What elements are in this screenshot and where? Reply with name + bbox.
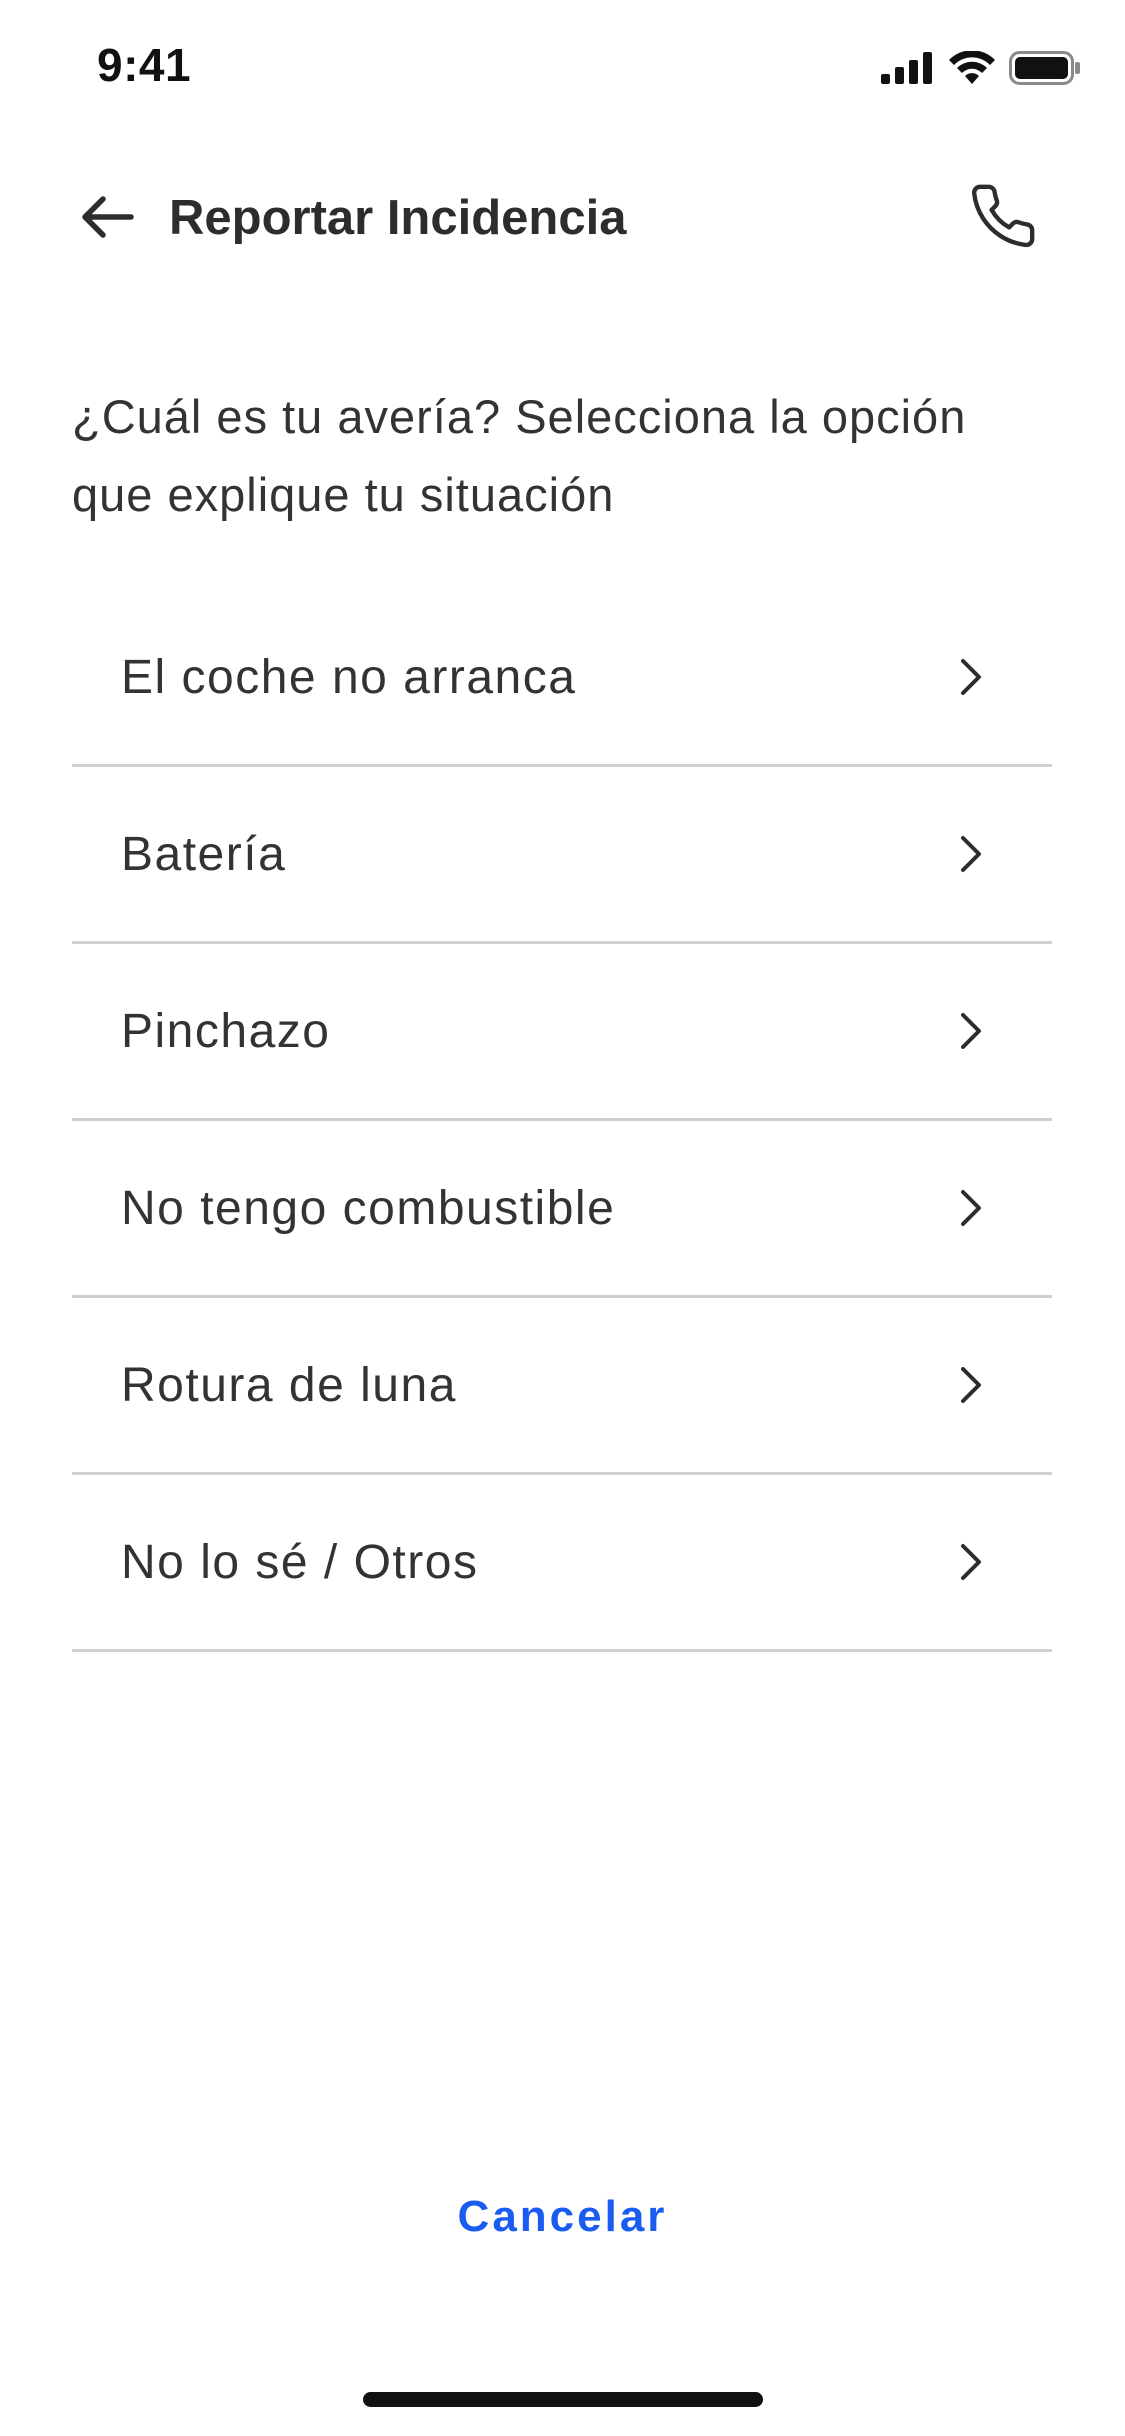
option-item-otros[interactable]: No lo sé / Otros <box>72 1475 1052 1652</box>
chevron-right-icon <box>956 1186 986 1230</box>
wifi-icon <box>949 49 995 90</box>
page-title: Reportar Incidencia <box>169 191 627 245</box>
chevron-right-icon <box>956 832 986 876</box>
option-item-rotura-luna[interactable]: Rotura de luna <box>72 1298 1052 1475</box>
chevron-right-icon <box>956 1009 986 1053</box>
option-label: Rotura de luna <box>121 1358 457 1412</box>
chevron-right-icon <box>956 1540 986 1584</box>
arrow-left-icon <box>79 195 135 244</box>
cancel-button[interactable]: Cancelar <box>0 2192 1125 2242</box>
back-button[interactable] <box>72 184 142 254</box>
options-list: El coche no arranca Batería Pinchazo No … <box>72 590 1052 1652</box>
status-time: 9:41 <box>97 39 192 91</box>
chevron-right-icon <box>956 655 986 699</box>
question-text: ¿Cuál es tu avería? Selecciona la opción… <box>72 390 967 521</box>
option-label: El coche no arranca <box>121 650 577 704</box>
option-item-bateria[interactable]: Batería <box>72 767 1052 944</box>
option-label: No lo sé / Otros <box>121 1535 479 1589</box>
cellular-signal-icon <box>881 51 935 89</box>
option-label: Batería <box>121 827 287 881</box>
home-indicator <box>363 2392 763 2407</box>
option-label: Pinchazo <box>121 1004 331 1058</box>
battery-icon <box>1009 50 1081 90</box>
status-icons <box>881 49 1081 90</box>
call-button[interactable] <box>963 178 1043 258</box>
chevron-right-icon <box>956 1363 986 1407</box>
phone-icon <box>968 181 1038 256</box>
option-item-no-arranca[interactable]: El coche no arranca <box>72 590 1052 767</box>
option-label: No tengo combustible <box>121 1181 616 1235</box>
option-item-pinchazo[interactable]: Pinchazo <box>72 944 1052 1121</box>
option-item-combustible[interactable]: No tengo combustible <box>72 1121 1052 1298</box>
